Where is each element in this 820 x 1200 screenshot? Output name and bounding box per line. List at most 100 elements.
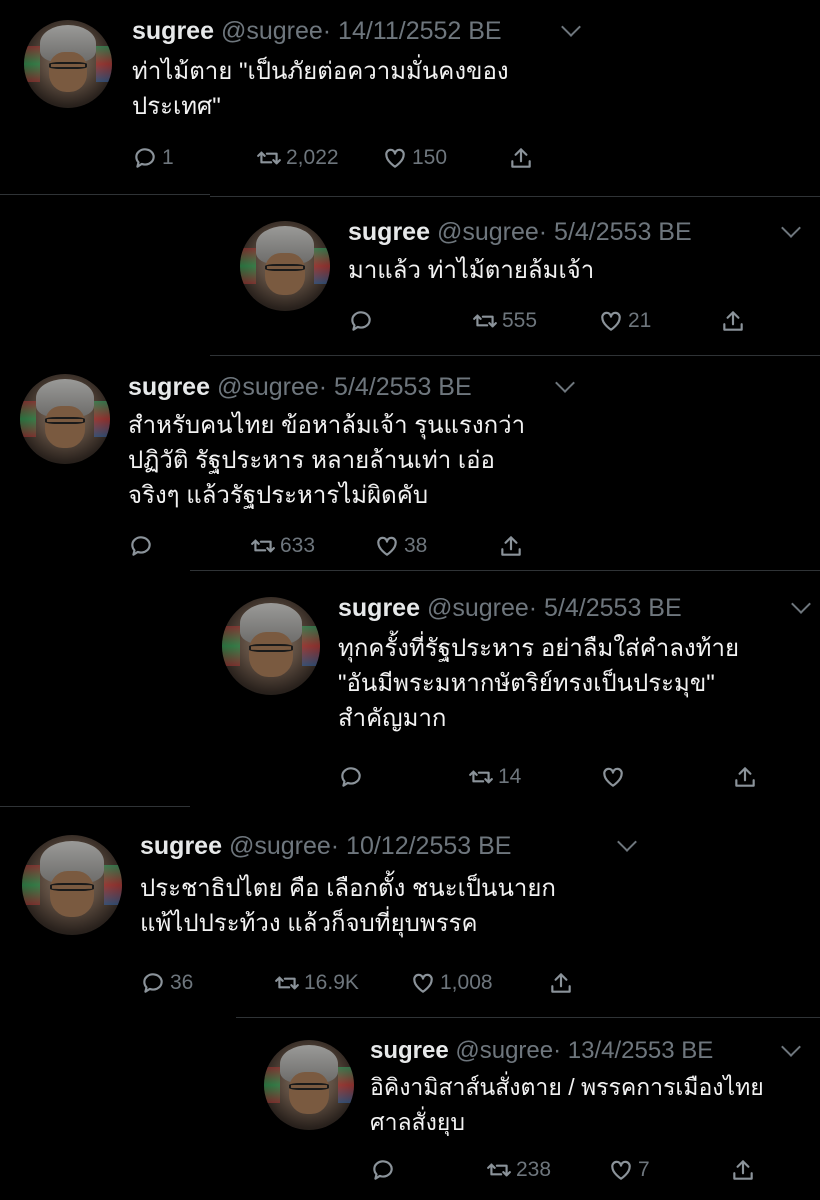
retweet-count: 238 bbox=[516, 1158, 552, 1181]
retweet-button[interactable]: 633 bbox=[250, 530, 315, 562]
user-handle[interactable]: @sugree bbox=[427, 594, 529, 622]
reply-icon bbox=[135, 148, 155, 168]
reply-icon bbox=[131, 536, 151, 556]
chevron-down-icon[interactable] bbox=[561, 17, 581, 37]
tweet[interactable]: sugree @sugree· 13/4/2553 BE อิคิงามิสาส… bbox=[236, 1018, 820, 1200]
chevron-down-icon[interactable] bbox=[555, 373, 575, 393]
reply-button[interactable] bbox=[370, 1154, 400, 1186]
avatar[interactable] bbox=[24, 20, 112, 108]
display-name[interactable]: sugree bbox=[348, 218, 430, 246]
like-button[interactable]: 21 bbox=[598, 305, 651, 337]
retweet-icon bbox=[257, 151, 281, 165]
display-name[interactable]: sugree bbox=[338, 594, 420, 622]
tweet-text: อิคิงามิสาส์นสั่งตาย / พรรคการเมืองไทย ศ… bbox=[370, 1074, 764, 1135]
like-count: 38 bbox=[404, 534, 428, 557]
reply-icon bbox=[351, 311, 371, 331]
chevron-down-icon[interactable] bbox=[781, 1037, 801, 1057]
tweet-actions: 14 bbox=[338, 761, 778, 793]
like-button[interactable]: 1,008 bbox=[410, 967, 493, 999]
retweet-button[interactable]: 238 bbox=[486, 1154, 551, 1186]
reply-icon bbox=[341, 767, 361, 787]
tweet-date[interactable]: 5/4/2553 BE bbox=[334, 373, 472, 401]
share-icon bbox=[551, 973, 571, 993]
tweet-actions: 36 16.9K 1,008 bbox=[140, 967, 600, 999]
retweet-icon bbox=[487, 1163, 511, 1177]
tweet-text: ท่าไม้ตาย "เป็นภัยต่อความมั่นคงของ ประเท… bbox=[132, 58, 509, 120]
chevron-down-icon[interactable] bbox=[781, 218, 801, 238]
reply-count: 36 bbox=[170, 971, 194, 994]
reply-button[interactable] bbox=[338, 761, 368, 793]
chevron-down-icon[interactable] bbox=[617, 832, 637, 852]
avatar[interactable] bbox=[22, 835, 122, 935]
tweet-text: สำหรับคนไทย ข้อหาล้มเจ้า รุนแรงกว่า ปฏิว… bbox=[128, 412, 526, 509]
share-icon bbox=[723, 311, 743, 331]
retweet-count: 2,022 bbox=[286, 146, 339, 169]
retweet-button[interactable]: 16.9K bbox=[274, 967, 359, 999]
tweet-header: sugree @sugree· 5/4/2553 BE bbox=[348, 218, 692, 246]
heart-icon bbox=[603, 767, 623, 787]
display-name[interactable]: sugree bbox=[140, 832, 222, 860]
avatar[interactable] bbox=[264, 1040, 354, 1130]
tweet[interactable]: sugree @sugree· 5/4/2553 BE ทุกครั้งที่ร… bbox=[190, 571, 820, 806]
avatar[interactable] bbox=[240, 221, 330, 311]
display-name[interactable]: sugree bbox=[128, 373, 210, 401]
avatar[interactable] bbox=[222, 597, 320, 695]
user-handle[interactable]: @sugree bbox=[229, 832, 331, 860]
retweet-count: 16.9K bbox=[304, 971, 359, 994]
retweet-button[interactable]: 555 bbox=[472, 305, 537, 337]
tweet-actions: 633 38 bbox=[128, 530, 548, 562]
share-button[interactable] bbox=[720, 305, 746, 337]
retweet-icon bbox=[473, 314, 497, 328]
avatar[interactable] bbox=[20, 374, 110, 464]
user-handle[interactable]: @sugree bbox=[437, 218, 539, 246]
tweet-date[interactable]: 14/11/2552 BE bbox=[338, 17, 502, 45]
tweet-text: ทุกครั้งที่รัฐประหาร อย่าลืมใส่คำลงท้าย … bbox=[338, 635, 740, 732]
like-count: 1,008 bbox=[440, 971, 493, 994]
user-handle[interactable]: @sugree bbox=[455, 1037, 553, 1064]
reply-button[interactable]: 1 bbox=[132, 142, 174, 174]
share-button[interactable] bbox=[732, 761, 758, 793]
chevron-down-icon[interactable] bbox=[791, 594, 811, 614]
tweet[interactable]: sugree @sugree· 10/12/2553 BE ประชาธิปไต… bbox=[0, 807, 680, 1017]
heart-icon bbox=[413, 973, 433, 993]
user-handle[interactable]: @sugree bbox=[221, 17, 323, 45]
tweet-date[interactable]: 13/4/2553 BE bbox=[568, 1037, 713, 1064]
like-count: 7 bbox=[638, 1158, 650, 1181]
reply-button[interactable] bbox=[348, 305, 378, 337]
tweet-date[interactable]: 5/4/2553 BE bbox=[554, 218, 692, 246]
reply-button[interactable] bbox=[128, 530, 158, 562]
like-button[interactable]: 150 bbox=[382, 142, 447, 174]
share-button[interactable] bbox=[498, 530, 524, 562]
tweet-header: sugree @sugree· 14/11/2552 BE bbox=[132, 17, 502, 45]
tweet-date[interactable]: 10/12/2553 BE bbox=[346, 832, 511, 860]
reply-button[interactable]: 36 bbox=[140, 967, 193, 999]
tweet-header: sugree @sugree· 13/4/2553 BE bbox=[370, 1037, 714, 1064]
like-button[interactable]: 7 bbox=[608, 1154, 650, 1186]
tweet-header: sugree @sugree· 5/4/2553 BE bbox=[338, 594, 682, 622]
tweet-header: sugree @sugree· 5/4/2553 BE bbox=[128, 373, 472, 401]
tweet-date[interactable]: 5/4/2553 BE bbox=[544, 594, 682, 622]
tweet[interactable]: sugree @sugree· 5/4/2553 BE สำหรับคนไทย … bbox=[0, 356, 610, 570]
display-name[interactable]: sugree bbox=[132, 17, 214, 45]
tweet[interactable]: sugree @sugree· 5/4/2553 BE มาแล้ว ท่าไม… bbox=[210, 197, 820, 355]
share-icon bbox=[511, 148, 531, 168]
retweet-button[interactable]: 2,022 bbox=[256, 142, 339, 174]
user-handle[interactable]: @sugree bbox=[217, 373, 319, 401]
reply-count: 1 bbox=[162, 146, 174, 169]
retweet-icon bbox=[275, 976, 299, 990]
like-button[interactable] bbox=[600, 761, 630, 793]
share-button[interactable] bbox=[508, 142, 534, 174]
reply-icon bbox=[143, 973, 163, 993]
retweet-icon bbox=[469, 770, 493, 784]
retweet-icon bbox=[251, 539, 275, 553]
retweet-count: 555 bbox=[502, 309, 538, 332]
share-button[interactable] bbox=[548, 967, 574, 999]
heart-icon bbox=[611, 1160, 631, 1180]
like-button[interactable]: 38 bbox=[374, 530, 427, 562]
share-button[interactable] bbox=[730, 1154, 756, 1186]
retweet-button[interactable]: 14 bbox=[468, 761, 521, 793]
tweet[interactable]: sugree @sugree· 14/11/2552 BE ท่าไม้ตาย … bbox=[0, 0, 610, 194]
retweet-count: 633 bbox=[280, 534, 316, 557]
like-count: 21 bbox=[628, 309, 652, 332]
display-name[interactable]: sugree bbox=[370, 1037, 449, 1064]
